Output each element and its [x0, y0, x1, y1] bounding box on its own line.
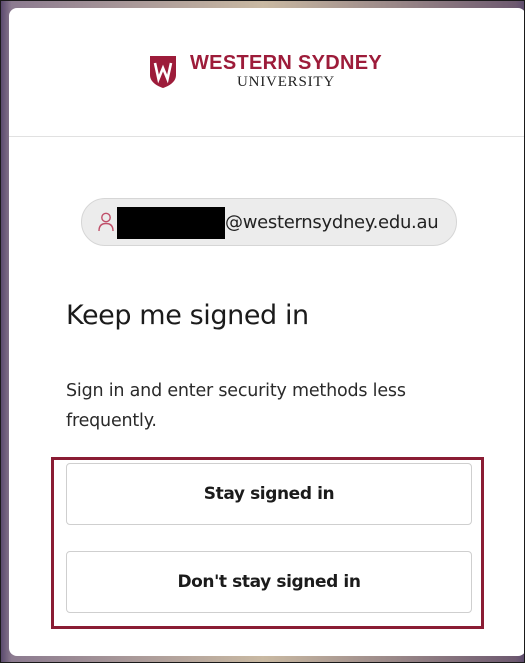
shield-logo-icon	[150, 56, 176, 88]
redacted-username	[117, 207, 225, 239]
stay-signed-in-button[interactable]: Stay signed in	[66, 463, 472, 525]
page-description: Sign in and enter security methods less …	[66, 381, 406, 431]
screenshot-frame: WESTERN SYDNEY UNIVERSITY @westernsydney…	[0, 0, 525, 663]
logo-wordmark: WESTERN SYDNEY UNIVERSITY	[190, 53, 382, 91]
university-logo: WESTERN SYDNEY UNIVERSITY	[149, 53, 382, 91]
email-domain: @westernsydney.edu.au	[225, 212, 439, 233]
logo-name-line1: WESTERN SYDNEY	[190, 52, 383, 74]
person-icon	[98, 212, 114, 232]
sign-in-card: WESTERN SYDNEY UNIVERSITY @westernsydney…	[9, 8, 524, 656]
card-header: WESTERN SYDNEY UNIVERSITY	[9, 8, 524, 137]
dont-stay-signed-in-button[interactable]: Don't stay signed in	[66, 551, 472, 613]
account-identifier[interactable]: @westernsydney.edu.au	[81, 198, 457, 246]
logo-name-line2: UNIVERSITY	[237, 74, 335, 90]
page-title: Keep me signed in	[66, 300, 309, 331]
